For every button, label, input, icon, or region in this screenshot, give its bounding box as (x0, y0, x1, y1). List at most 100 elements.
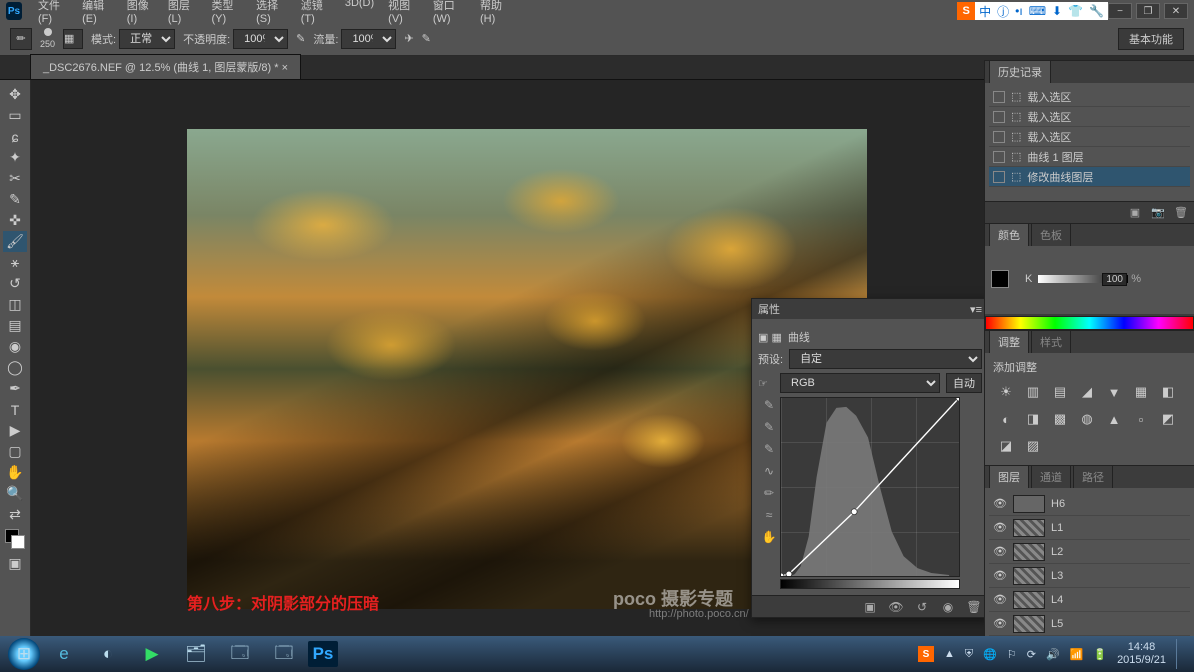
curves-graph[interactable] (780, 397, 960, 577)
k-value-input[interactable]: 100 (1102, 273, 1127, 286)
ie-icon[interactable]: e (44, 639, 84, 669)
ime-wrench-icon[interactable]: 🔧 (1089, 4, 1104, 18)
history-item[interactable]: ⬚载入选区 (989, 127, 1190, 147)
adjustments-tab[interactable]: 调整 (989, 330, 1029, 353)
adj-thresh-icon[interactable]: ◩ (1159, 410, 1177, 428)
layer-name[interactable]: L2 (1051, 546, 1063, 558)
ime-down-icon[interactable]: ⬇ (1052, 4, 1062, 18)
brush-tool-icon[interactable]: 🖌 (3, 231, 27, 252)
delete-adjustment-icon[interactable]: 🗑 (966, 599, 982, 615)
layer-visibility-icon[interactable]: 👁 (993, 545, 1007, 558)
tablet-size-icon[interactable]: ✎ (422, 32, 431, 45)
layer-name[interactable]: L3 (1051, 570, 1063, 582)
curve-edit-icon[interactable]: ∿ (761, 463, 777, 479)
menu-file[interactable]: 文件(F) (32, 0, 74, 27)
ime-skin-icon[interactable]: 👕 (1068, 4, 1083, 18)
show-desktop-button[interactable] (1176, 639, 1186, 669)
history-delete-icon[interactable]: 🗑 (1174, 206, 1188, 220)
blend-mode-select[interactable]: 正常 (119, 29, 175, 49)
shape-tool-icon[interactable]: ▢ (3, 441, 27, 462)
opacity-select[interactable]: 100% (233, 29, 288, 49)
tray-up-icon[interactable]: ▲ (944, 648, 955, 660)
auto-button[interactable]: 自动 (946, 373, 982, 393)
history-tab[interactable]: 历史记录 (989, 60, 1051, 83)
history-brush-tool-icon[interactable]: ↺ (3, 273, 27, 294)
stamp-tool-icon[interactable]: ⚹ (3, 252, 27, 273)
tray-safe-icon[interactable]: ⛨ (965, 648, 973, 661)
ime-sogou-icon[interactable]: S (957, 2, 975, 20)
explorer-icon[interactable]: 🗂 (176, 639, 216, 669)
browser-icon[interactable]: ◐ (88, 639, 128, 669)
workspace-switcher[interactable]: 基本功能 (1118, 28, 1184, 50)
start-button[interactable]: ⊞ (8, 638, 40, 670)
adj-gradmap-icon[interactable]: ◪ (997, 437, 1015, 455)
adj-hue-icon[interactable]: ▦ (1132, 383, 1150, 401)
swap-colors-icon[interactable]: ⇄ (3, 504, 27, 525)
curve-hand-icon[interactable]: ✋ (761, 529, 777, 545)
layer-row[interactable]: 👁H6 (989, 492, 1190, 516)
menu-filter[interactable]: 滤镜(T) (295, 0, 337, 27)
ime-keyboard-icon[interactable]: ⌨ (1029, 4, 1046, 18)
menu-window[interactable]: 窗口(W) (427, 0, 472, 27)
menu-type[interactable]: 类型(Y) (205, 0, 248, 27)
eyedropper-black-icon[interactable]: ✎ (761, 397, 777, 413)
layer-name[interactable]: H6 (1051, 498, 1065, 510)
history-item[interactable]: ⬚修改曲线图层 (989, 167, 1190, 187)
adj-curves-icon[interactable]: ▤ (1051, 383, 1069, 401)
menu-select[interactable]: 选择(S) (250, 0, 293, 27)
menu-layer[interactable]: 图层(L) (162, 0, 204, 27)
styles-tab[interactable]: 样式 (1031, 330, 1071, 353)
marquee-tool-icon[interactable]: ▭ (3, 105, 27, 126)
layer-row[interactable]: 👁L3 (989, 564, 1190, 588)
path-select-tool-icon[interactable]: ▶ (3, 420, 27, 441)
heal-tool-icon[interactable]: ✜ (3, 210, 27, 231)
airbrush-icon[interactable]: ✈ (404, 32, 413, 45)
tray-wifi-icon[interactable]: 📶 (1070, 648, 1084, 661)
adj-selcolor-icon[interactable]: ▨ (1024, 437, 1042, 455)
layer-name[interactable]: L5 (1051, 618, 1063, 630)
toggle-visibility-icon[interactable]: 👁 (888, 599, 904, 615)
pen-tool-icon[interactable]: ✒ (3, 378, 27, 399)
tray-update-icon[interactable]: ⟳ (1027, 648, 1036, 661)
layer-row[interactable]: 👁L5 (989, 612, 1190, 636)
eyedropper-gray-icon[interactable]: ✎ (761, 419, 777, 435)
menu-help[interactable]: 帮助(H) (474, 0, 517, 27)
crop-tool-icon[interactable]: ✂ (3, 168, 27, 189)
reset-icon[interactable]: ↺ (914, 599, 930, 615)
channel-select[interactable]: RGB (780, 373, 940, 393)
tray-flag-icon[interactable]: ⚐ (1007, 648, 1017, 661)
preset-select[interactable]: 自定 (789, 349, 982, 369)
view-previous-icon[interactable]: ◉ (940, 599, 956, 615)
wand-tool-icon[interactable]: ✦ (3, 147, 27, 168)
channel-target-icon[interactable]: ☞ (758, 377, 774, 390)
tray-vol-icon[interactable]: 🔊 (1046, 648, 1060, 661)
foreground-color-swatch[interactable] (991, 270, 1009, 288)
color-tab[interactable]: 颜色 (989, 223, 1029, 246)
curve-smooth-icon[interactable]: ≈ (761, 507, 777, 523)
adj-exposure-icon[interactable]: ◢ (1078, 383, 1096, 401)
properties-menu-icon[interactable]: ▾≡ (970, 303, 982, 316)
layer-visibility-icon[interactable]: 👁 (993, 593, 1007, 606)
layer-name[interactable]: L4 (1051, 594, 1063, 606)
adj-vibrance-icon[interactable]: ▼ (1105, 383, 1123, 401)
lasso-tool-icon[interactable]: ɕ (3, 126, 27, 147)
brush-panel-icon[interactable]: ▦ (63, 29, 83, 49)
tray-net-icon[interactable]: 🌐 (983, 648, 997, 661)
quick-mask-icon[interactable]: ▣ (3, 553, 27, 574)
taskbar-clock[interactable]: 14:48 2015/9/21 (1117, 641, 1166, 667)
dodge-tool-icon[interactable]: ◯ (3, 357, 27, 378)
adj-bw-icon[interactable]: ◐ (997, 410, 1015, 428)
task-icon[interactable]: 🗔 (220, 639, 260, 669)
close-window-button[interactable]: ✕ (1164, 3, 1188, 19)
brush-size[interactable]: 250 (40, 28, 55, 49)
layer-name[interactable]: L1 (1051, 522, 1063, 534)
eyedropper-tool-icon[interactable]: ✎ (3, 189, 27, 210)
ime-strip[interactable]: 中 ⓙ •ı ⌨ ⬇ 👕 🔧 (975, 2, 1108, 20)
hand-tool-icon[interactable]: ✋ (3, 462, 27, 483)
eraser-tool-icon[interactable]: ◫ (3, 294, 27, 315)
adj-poster-icon[interactable]: ▫ (1132, 410, 1150, 428)
tray-batt-icon[interactable]: 🔋 (1093, 648, 1107, 661)
swatches-tab[interactable]: 色板 (1031, 223, 1071, 246)
doc-tab[interactable]: _DSC2676.NEF @ 12.5% (曲线 1, 图层蒙版/8) * × (30, 54, 301, 79)
ime-lang[interactable]: 中 (979, 3, 991, 20)
